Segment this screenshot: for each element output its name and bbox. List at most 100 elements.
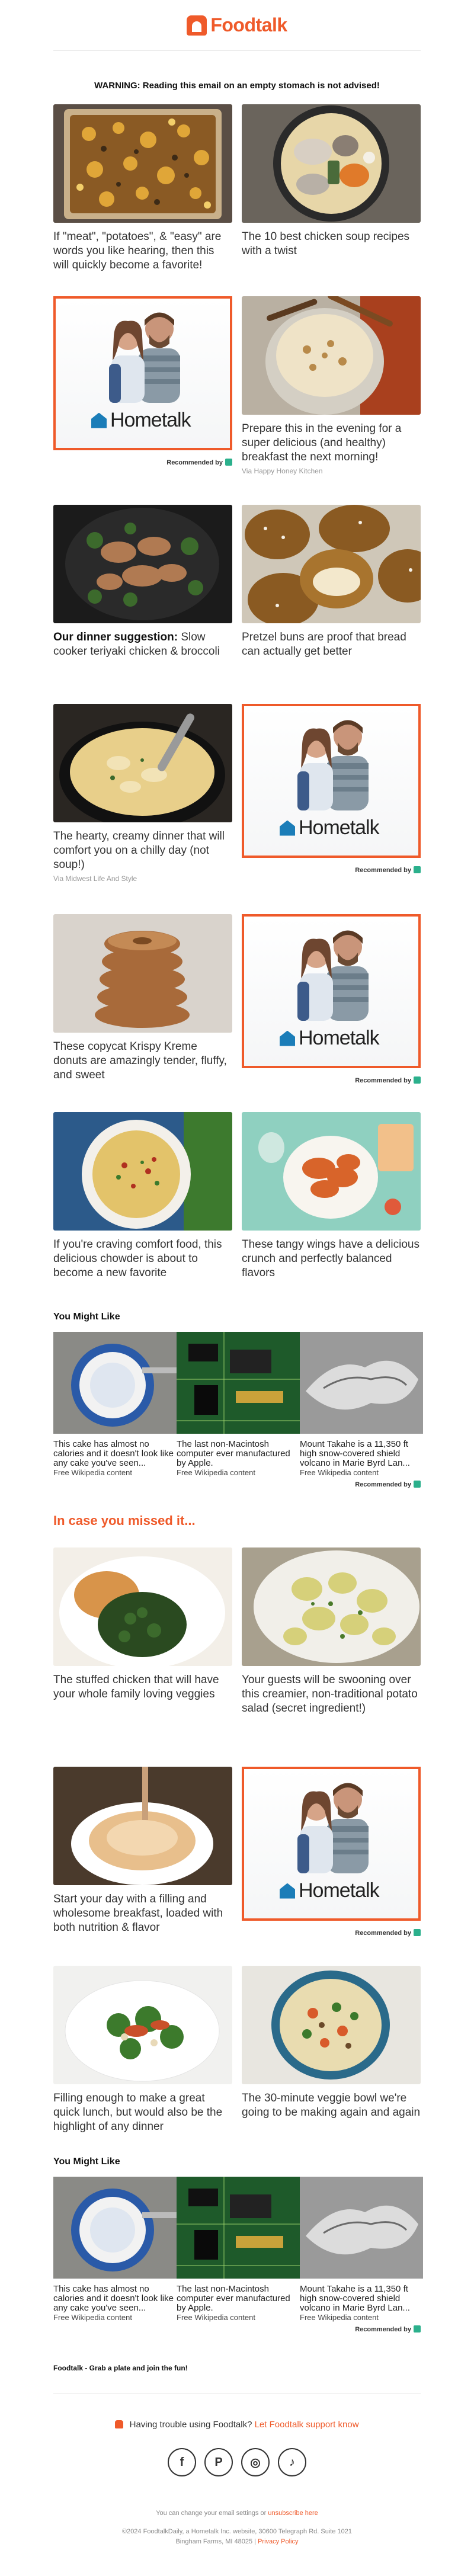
wings-photo[interactable] [242,1112,421,1231]
support-link[interactable]: Let Foodtalk support know [255,2420,359,2430]
recommendation-item[interactable]: This cake has almost no calories and it … [53,2177,177,2322]
email-header: Foodtalk [53,0,421,51]
article-caption[interactable]: The 10 best chicken soup recipes with a … [242,230,421,258]
sponsored-card[interactable]: Hometalk Recommended by [53,296,232,475]
article-caption[interactable]: If you're craving comfort food, this del… [53,1238,232,1280]
article-caption[interactable]: These copycat Krispy Kreme donuts are am… [53,1040,232,1082]
tiktok-icon[interactable]: ♪ [278,2448,306,2476]
article-source: Via Happy Honey Kitchen [242,467,323,475]
recommendation-text[interactable]: The last non-Macintosh computer ever man… [177,2285,300,2313]
instagram-icon[interactable]: ◎ [241,2448,270,2476]
recommendation-text[interactable]: This cake has almost no calories and it … [53,2285,177,2313]
recommended-by[interactable]: Recommended by [242,1076,421,1084]
veggie-bowl-photo[interactable] [242,1966,421,2084]
article-card[interactable]: If "meat", "potatoes", & "easy" are word… [53,104,232,273]
missed-section-title: In case you missed it... [53,1513,196,1528]
recommendation-text[interactable]: Mount Takahe is a 11,350 ft high snow-co… [300,1440,423,1468]
recommendation-text[interactable]: This cake has almost no calories and it … [53,1440,177,1468]
chowder-photo[interactable] [53,1112,232,1231]
recommender-logo-icon [225,459,232,466]
article-card[interactable]: Our dinner suggestion: Slow cooker teriy… [53,505,232,659]
article-source: Via Midwest Life And Style [53,874,137,883]
article-caption[interactable]: Pretzel buns are proof that bread can ac… [242,630,421,659]
donuts-photo[interactable] [53,914,232,1033]
recommendation-text[interactable]: The last non-Macintosh computer ever man… [177,1440,300,1468]
unsubscribe-link[interactable]: unsubscribe here [268,2510,318,2517]
hometalk-ad[interactable]: Hometalk [53,296,232,450]
article-card[interactable]: Pretzel buns are proof that bread can ac… [242,505,421,659]
recommended-by[interactable]: Recommended by [53,459,232,466]
article-row-6: If you're craving comfort food, this del… [53,1112,421,1280]
hometalk-ad[interactable]: Hometalk [242,704,421,858]
recommendation-text[interactable]: Mount Takahe is a 11,350 ft high snow-co… [300,2285,423,2313]
volcano-photo[interactable] [300,2177,423,2279]
article-caption[interactable]: The hearty, creamy dinner that will comf… [53,829,232,872]
recommended-by[interactable]: Recommended by [242,1929,421,1937]
potato-salad-photo[interactable] [242,1547,421,1666]
article-caption[interactable]: Start your day with a filling and wholes… [53,1892,232,1935]
chicken-soup-photo[interactable] [242,104,421,223]
article-row-2: Hometalk Recommended by Prepare this in … [53,296,421,475]
recommendation-item[interactable]: This cake has almost no calories and it … [53,1332,177,1477]
article-card[interactable]: The 30-minute veggie bowl we're going to… [242,1966,421,2134]
article-card[interactable]: These tangy wings have a delicious crunc… [242,1112,421,1280]
article-caption[interactable]: The 30-minute veggie bowl we're going to… [242,2091,421,2120]
article-caption[interactable]: These tangy wings have a delicious crunc… [242,1238,421,1280]
cake-photo[interactable] [53,1332,177,1434]
support-icon [115,2420,124,2428]
cake-photo[interactable] [53,2177,177,2279]
recommendation-source: Free Wikipedia content [177,2313,255,2322]
teriyaki-chicken-photo[interactable] [53,505,232,623]
article-caption[interactable]: Your guests will be swooning over this c… [242,1673,421,1716]
article-card[interactable]: If you're craving comfort food, this del… [53,1112,232,1280]
article-card[interactable]: Your guests will be swooning over this c… [242,1547,421,1716]
facebook-icon[interactable]: f [168,2448,196,2476]
article-row-8: Start your day with a filling and wholes… [53,1767,421,1937]
recommendation-source: Free Wikipedia content [53,2313,132,2322]
recommendation-item[interactable]: The last non-Macintosh computer ever man… [177,1332,300,1477]
oatmeal-photo[interactable] [242,296,421,415]
social-links: f P ◎ ♪ [53,2448,421,2476]
article-caption[interactable]: Filling enough to make a great quick lun… [53,2091,232,2134]
article-caption[interactable]: Prepare this in the evening for a super … [242,422,421,464]
recommended-by[interactable]: Recommended by [242,866,421,874]
sponsored-card[interactable]: Hometalk Recommended by [242,704,421,883]
privacy-policy-link[interactable]: Privacy Policy [258,2538,298,2545]
recommendation-item[interactable]: Mount Takahe is a 11,350 ft high snow-co… [300,1332,423,1477]
circuit-board-photo[interactable] [177,1332,300,1434]
hometalk-ad[interactable]: Hometalk [242,914,421,1068]
recommendation-item[interactable]: The last non-Macintosh computer ever man… [177,2177,300,2322]
warning-banner: WARNING: Reading this email on an empty … [94,81,380,91]
article-row-5: These copycat Krispy Kreme donuts are am… [53,914,421,1084]
article-card[interactable]: The hearty, creamy dinner that will comf… [53,704,232,883]
article-card[interactable]: The 10 best chicken soup recipes with a … [242,104,421,273]
circuit-board-photo[interactable] [177,2177,300,2279]
article-caption[interactable]: If "meat", "potatoes", & "easy" are word… [53,230,232,273]
article-row-7: The stuffed chicken that will have your … [53,1547,421,1716]
creamy-dinner-photo[interactable] [53,704,232,822]
you-might-like-section: You Might Like This cake has almost no c… [53,1312,423,1488]
article-card[interactable]: Filling enough to make a great quick lun… [53,1966,232,2134]
pretzel-buns-photo[interactable] [242,505,421,623]
breakfast-photo[interactable] [53,1767,232,1885]
sponsored-card[interactable]: Hometalk Recommended by [242,914,421,1084]
recommended-by[interactable]: Recommended by [53,2325,421,2333]
salad-photo[interactable] [53,1966,232,2084]
hometalk-ad[interactable]: Hometalk [242,1767,421,1921]
footer-tagline: Foodtalk - Grab a plate and join the fun… [53,2364,188,2372]
sponsored-card[interactable]: Hometalk Recommended by [242,1767,421,1937]
recommended-by[interactable]: Recommended by [53,1481,421,1488]
article-card[interactable]: Start your day with a filling and wholes… [53,1767,232,1937]
recommendation-source: Free Wikipedia content [300,1468,379,1477]
pinterest-icon[interactable]: P [204,2448,233,2476]
stuffed-chicken-photo[interactable] [53,1547,232,1666]
article-card[interactable]: Prepare this in the evening for a super … [242,296,421,475]
article-caption[interactable]: The stuffed chicken that will have your … [53,1673,232,1702]
article-card[interactable]: The stuffed chicken that will have your … [53,1547,232,1716]
casserole-photo[interactable] [53,104,232,223]
foodtalk-logo[interactable]: Foodtalk [187,14,287,36]
volcano-photo[interactable] [300,1332,423,1434]
article-card[interactable]: These copycat Krispy Kreme donuts are am… [53,914,232,1084]
recommendation-item[interactable]: Mount Takahe is a 11,350 ft high snow-co… [300,2177,423,2322]
article-caption[interactable]: Our dinner suggestion: Slow cooker teriy… [53,630,232,659]
